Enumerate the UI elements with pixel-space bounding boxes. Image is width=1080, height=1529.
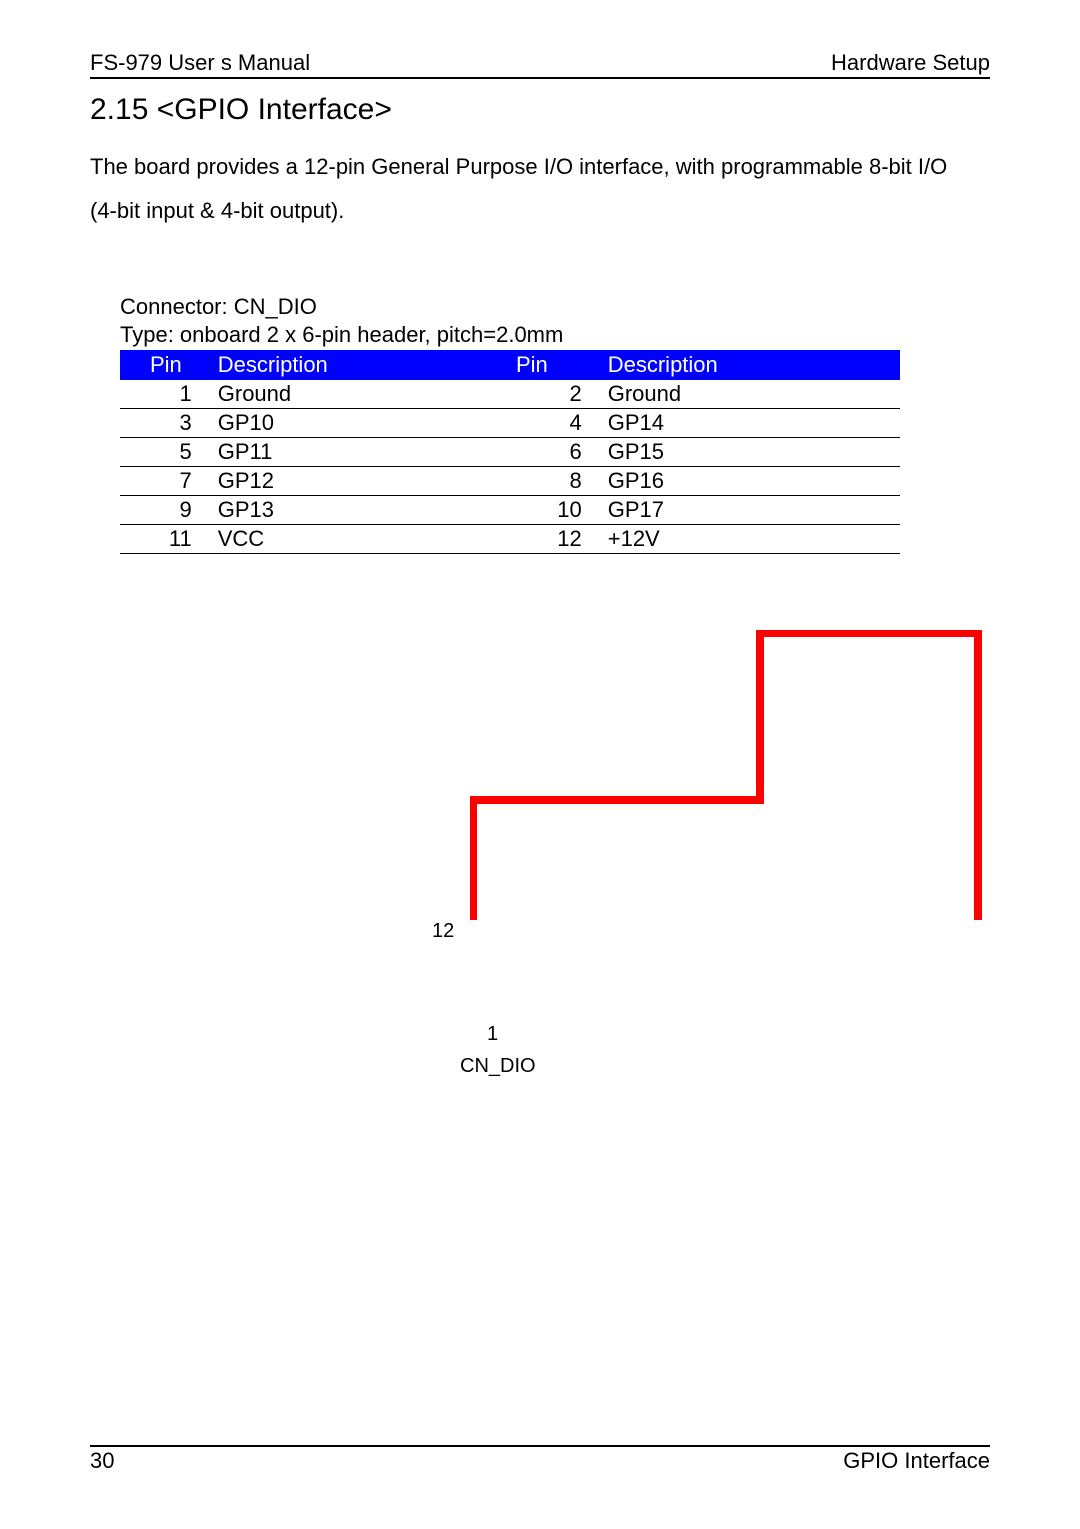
header-left: FS-979 User s Manual	[90, 50, 310, 76]
th-pin-right: Pin	[510, 350, 602, 380]
footer-section-name: GPIO Interface	[843, 1448, 990, 1474]
cell: 9	[120, 496, 212, 525]
cell: GP12	[212, 467, 510, 496]
cell: GP11	[212, 438, 510, 467]
table-row: 7 GP12 8 GP16	[120, 467, 900, 496]
cell: 1	[120, 380, 212, 409]
page-number: 30	[90, 1448, 114, 1474]
th-desc-left: Description	[212, 350, 510, 380]
page-footer: 30 GPIO Interface	[90, 1445, 990, 1474]
table-row: 5 GP11 6 GP15	[120, 438, 900, 467]
cell: VCC	[212, 525, 510, 554]
connector-info: Connector: CN_DIO Type: onboard 2 x 6-pi…	[120, 293, 990, 348]
cell: GP16	[602, 467, 900, 496]
table-row: 9 GP13 10 GP17	[120, 496, 900, 525]
section-title: 2.15 <GPIO Interface>	[90, 93, 990, 127]
connector-line-2: Type: onboard 2 x 6-pin header, pitch=2.…	[120, 321, 990, 349]
diagram-pin-12-label: 12	[432, 920, 454, 943]
cell: 10	[510, 496, 602, 525]
page-header: FS-979 User s Manual Hardware Setup	[90, 50, 990, 79]
cell: 4	[510, 409, 602, 438]
diagram-pin-1-label: 1	[487, 1023, 498, 1046]
diagram-connector-label: CN_DIO	[460, 1055, 536, 1078]
table-row: 3 GP10 4 GP14	[120, 409, 900, 438]
header-right: Hardware Setup	[831, 50, 990, 76]
connector-line-1: Connector: CN_DIO	[120, 293, 990, 321]
cell: Ground	[602, 380, 900, 409]
table-header-row: Pin Description Pin Description	[120, 350, 900, 380]
cell: 5	[120, 438, 212, 467]
board-outline-diagram	[470, 630, 990, 1150]
cell: GP10	[212, 409, 510, 438]
table-row: 1 Ground 2 Ground	[120, 380, 900, 409]
table-row: 11 VCC 12 +12V	[120, 525, 900, 554]
cell: 8	[510, 467, 602, 496]
cell: 3	[120, 409, 212, 438]
cell: 2	[510, 380, 602, 409]
cell: +12V	[602, 525, 900, 554]
cell: 7	[120, 467, 212, 496]
cell: GP17	[602, 496, 900, 525]
pin-table: Pin Description Pin Description 1 Ground…	[120, 350, 900, 554]
body-line-2: (4-bit input & 4-bit output).	[90, 189, 990, 233]
th-desc-right: Description	[602, 350, 900, 380]
cell: 6	[510, 438, 602, 467]
cell: GP15	[602, 438, 900, 467]
cell: GP13	[212, 496, 510, 525]
cell: 12	[510, 525, 602, 554]
document-page: FS-979 User s Manual Hardware Setup 2.15…	[0, 0, 1080, 1529]
cell: Ground	[212, 380, 510, 409]
th-pin-left: Pin	[120, 350, 212, 380]
cell: 11	[120, 525, 212, 554]
body-line-1: The board provides a 12-pin General Purp…	[90, 145, 990, 189]
board-outline-path	[473, 633, 978, 920]
cell: GP14	[602, 409, 900, 438]
